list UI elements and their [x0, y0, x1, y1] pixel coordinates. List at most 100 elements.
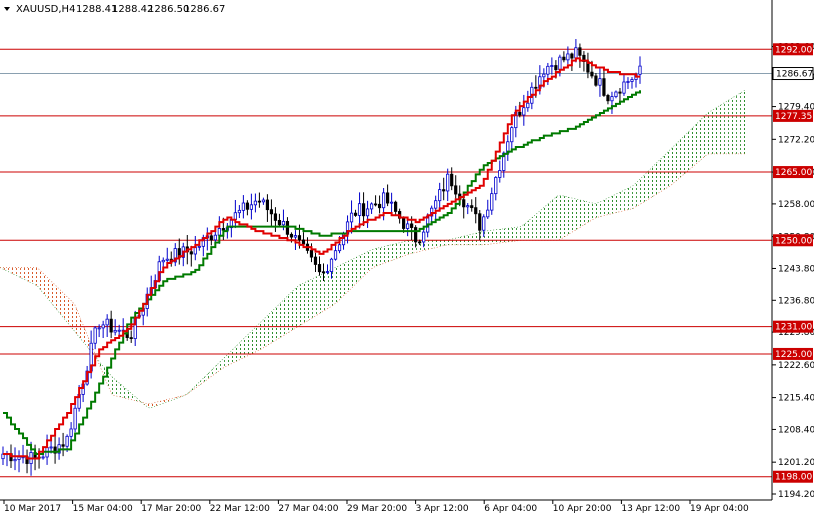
candle-body [574, 47, 578, 59]
candle-body [233, 212, 237, 220]
cloud-bull-segment [603, 198, 608, 216]
candle-body [510, 127, 514, 143]
cloud-bull-segment [574, 198, 579, 231]
candle-body [462, 199, 466, 208]
price-tick-label: 1243.80 [778, 264, 814, 274]
candle-body [353, 212, 358, 216]
candle-body [97, 327, 101, 330]
cloud-bull-segment [632, 182, 637, 209]
candle-body [394, 201, 398, 212]
cloud-bull-segment [549, 199, 554, 241]
candle-body [410, 223, 414, 228]
cloud-bull-segment [740, 90, 745, 154]
candle-body [293, 235, 298, 238]
candle-body [402, 217, 406, 229]
cloud-bull-segment [736, 92, 741, 154]
cloud-bull-segment [399, 241, 404, 258]
candle-body [13, 459, 17, 462]
candle-body [249, 204, 253, 210]
cloud-bull-segment [686, 129, 691, 172]
cloud-bull-segment [387, 244, 392, 263]
cloud-bull-segment [528, 217, 533, 241]
cloud-bull-segment [665, 149, 671, 189]
cloud-bear-segment [24, 267, 30, 282]
time-tick-label: 10 Mar 2017 [4, 504, 61, 514]
candle-body [470, 205, 474, 209]
candle-body [626, 81, 630, 83]
cloud-bull-segment [578, 199, 583, 229]
time-tick-label: 13 Apr 12:00 [621, 504, 680, 514]
candle-body [73, 407, 77, 430]
candle-body [241, 202, 245, 211]
cloud-bull-segment [470, 233, 475, 245]
candle-body [165, 258, 169, 261]
cloud-bull-segment [403, 240, 408, 257]
candle-body [474, 207, 478, 215]
candle-body [590, 71, 594, 77]
cloud-bull-segment [715, 105, 721, 154]
candle-body [466, 205, 470, 208]
cloud-bull-segment [486, 230, 492, 245]
cloud-bull-segment [636, 178, 641, 207]
cloud-bull-segment [657, 157, 662, 194]
candle-body [221, 228, 225, 231]
cloud-bull-segment [516, 226, 521, 241]
price-tick-label: 1201.20 [778, 458, 814, 468]
cloud-bull-segment [678, 137, 683, 179]
candle-body [333, 250, 338, 260]
price-tick-label: 1222.60 [778, 361, 814, 371]
candle-body [277, 219, 282, 226]
chart-root[interactable]: 1292.601286.001279.401272.201265.001258.… [0, 0, 814, 514]
candle-body [554, 65, 558, 71]
cloud-bull-segment [670, 145, 675, 186]
cloud-bull-segment [561, 195, 567, 239]
cloud-bull-segment [324, 270, 329, 311]
cloud-bull-segment [303, 280, 308, 324]
candle-body [61, 444, 65, 447]
price-tick-label: 1258.00 [778, 200, 814, 210]
cloud-bull-segment [474, 232, 479, 245]
level-tag-label: 1231.00 [775, 323, 812, 333]
level-tag-label: 1277.35 [775, 112, 812, 122]
price-tick-label: 1236.80 [778, 296, 814, 306]
candle-body [321, 271, 326, 274]
candle-body [317, 264, 322, 273]
candle-body [289, 233, 294, 238]
price-tick-label: 1194.20 [778, 490, 814, 500]
candle-body [285, 221, 290, 235]
candle-body [494, 177, 498, 195]
cloud-bull-segment [682, 133, 687, 176]
cloud-bull-segment [353, 256, 358, 286]
candle-body [377, 203, 382, 209]
candle-body [301, 239, 306, 245]
candle-body [622, 81, 626, 94]
cloud-bull-segment [541, 206, 546, 241]
current-price-label: 1286.67 [776, 70, 813, 80]
price-chart[interactable]: 1292.601286.001279.401272.201265.001258.… [0, 0, 814, 514]
candle-body [41, 456, 45, 459]
cloud-bull-segment [249, 328, 254, 355]
candle-body [562, 56, 566, 61]
cloud-bull-segment [674, 141, 679, 183]
time-tick-label: 10 Apr 20:00 [553, 504, 612, 514]
candle-body [381, 192, 386, 209]
candle-body [390, 201, 394, 204]
candle-body [546, 65, 550, 75]
cloud-bull-segment [599, 200, 604, 217]
cloud-bull-segment [307, 278, 313, 321]
cloud-bull-segment [703, 113, 708, 158]
cloud-bull-segment [345, 260, 350, 294]
plot-background [0, 0, 814, 514]
cloud-bull-segment [391, 243, 396, 261]
candle-body [269, 209, 274, 215]
candle-body [93, 327, 97, 344]
cloud-bull-segment [591, 202, 596, 221]
candle-body [478, 213, 482, 231]
candle-body [558, 56, 562, 71]
candle-body [117, 329, 121, 332]
candle-body [265, 199, 270, 211]
cloud-bull-segment [595, 202, 600, 219]
candle-body [550, 65, 554, 67]
level-tag-label: 1292.00 [775, 45, 812, 55]
candle-body [17, 456, 21, 460]
